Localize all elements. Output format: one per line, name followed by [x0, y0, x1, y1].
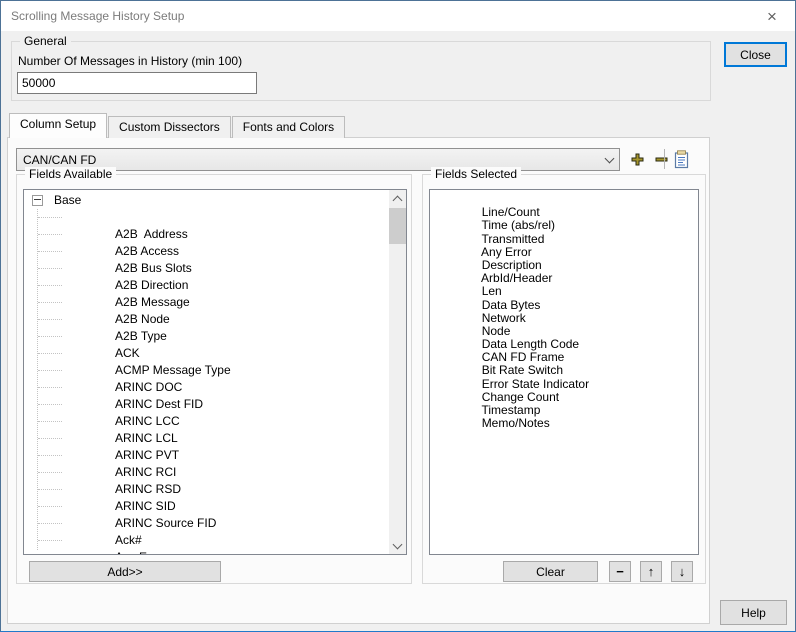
selected-item-label: Timestamp	[481, 403, 540, 417]
tree-item[interactable]: A2B Message	[24, 277, 406, 294]
title-bar: Scrolling Message History Setup ×	[1, 1, 795, 31]
selected-item-label: Data Length Code	[482, 337, 579, 351]
selected-item-label: Description	[482, 258, 542, 272]
tree-item[interactable]: A2B Access	[24, 226, 406, 243]
selected-item-label: Time (abs/rel)	[481, 218, 555, 232]
tab-custom-dissectors[interactable]: Custom Dissectors	[108, 116, 231, 138]
tree-item[interactable]: A2B Type	[24, 311, 406, 328]
tree-item[interactable]: ACMP Message Type	[24, 345, 406, 362]
tree-item[interactable]: A2B Bus Slots	[24, 243, 406, 260]
chevron-down-icon	[599, 158, 619, 162]
tree-root-label: Base	[54, 192, 81, 209]
tree-item[interactable]: A2B Address	[24, 209, 406, 226]
tree-item[interactable]: ACK	[24, 328, 406, 345]
move-field-up-button[interactable]: ↑	[640, 561, 662, 582]
tree-item[interactable]: ARINC LCC	[24, 396, 406, 413]
fields-selected-list[interactable]: Line/Count Time (abs/rel) Transmitted An…	[429, 189, 699, 555]
selected-item-label: Node	[482, 324, 511, 338]
clipboard-icon	[673, 150, 690, 169]
window-close-button[interactable]: ×	[749, 1, 795, 31]
remove-protocol-button[interactable]	[652, 150, 670, 168]
plus-icon	[631, 153, 644, 166]
add-protocol-button[interactable]	[628, 150, 646, 168]
close-button[interactable]: Close	[724, 42, 787, 67]
minus-icon	[655, 153, 668, 166]
tree-item[interactable]: ARINC Source FID	[24, 498, 406, 515]
scroll-down-icon[interactable]	[389, 537, 406, 554]
general-group: General Number Of Messages in History (m…	[11, 41, 711, 101]
tab-column-setup[interactable]: Column Setup	[9, 113, 107, 138]
close-icon: ×	[767, 8, 777, 25]
selected-items: Line/Count Time (abs/rel) Transmitted An…	[430, 190, 698, 554]
messages-count-input[interactable]	[17, 72, 257, 94]
tree-root-node[interactable]: Base	[24, 192, 406, 209]
tree-scrollbar[interactable]	[389, 190, 406, 554]
general-group-legend: General	[20, 34, 71, 48]
selected-item-label: Len	[482, 284, 502, 298]
copy-columns-button[interactable]	[672, 150, 690, 168]
selected-item-label: ArbId/Header	[481, 271, 552, 285]
scrollbar-thumb[interactable]	[389, 208, 406, 244]
help-button[interactable]: Help	[720, 600, 787, 625]
scroll-up-icon[interactable]	[389, 190, 406, 207]
tree-item[interactable]: Ack#	[24, 515, 406, 532]
selected-item-label: Memo/Notes	[482, 416, 550, 430]
selected-item-label: CAN FD Frame	[482, 350, 565, 364]
column-setup-tab-page: CAN/CAN FD Field	[7, 137, 710, 624]
tree-item[interactable]: ARINC RSD	[24, 464, 406, 481]
tree-item[interactable]: ARINC RCI	[24, 447, 406, 464]
tree-item[interactable]: A2B Node	[24, 294, 406, 311]
tree-items: Base A2B Address A2B Access A2B Bus Slo	[24, 190, 406, 554]
tree-item[interactable]: ARINC DOC	[24, 362, 406, 379]
fields-available-tree[interactable]: Base A2B Address A2B Access A2B Bus Slo	[23, 189, 407, 555]
clear-fields-button[interactable]: Clear	[503, 561, 598, 582]
selected-item-label: Transmitted	[481, 232, 544, 246]
tree-item[interactable]: Arb Id/Header	[24, 549, 406, 555]
tree-item[interactable]: ARINC Dest FID	[24, 379, 406, 396]
selected-item-label: Network	[482, 311, 526, 325]
tree-item[interactable]: ARINC PVT	[24, 430, 406, 447]
selected-item-label: Line/Count	[482, 205, 540, 219]
collapse-icon[interactable]	[32, 195, 43, 206]
messages-count-label: Number Of Messages in History (min 100)	[18, 54, 242, 68]
selected-item-label: Change Count	[482, 390, 559, 404]
selected-item-label: Data Bytes	[482, 298, 541, 312]
selected-item-label: Any Error	[481, 245, 532, 259]
fields-available-group: Fields Available Base A2B Address A2B	[16, 174, 412, 584]
selected-item-label: Bit Rate Switch	[482, 363, 563, 377]
tab-strip: Column Setup Custom Dissectors Fonts and…	[9, 116, 346, 138]
window-title: Scrolling Message History Setup	[11, 9, 184, 23]
fields-selected-legend: Fields Selected	[431, 167, 521, 181]
tree-item[interactable]: Any Error	[24, 532, 406, 549]
dialog-scrolling-message-history-setup: Scrolling Message History Setup × Genera…	[0, 0, 796, 632]
move-field-down-button[interactable]: ↓	[671, 561, 693, 582]
tree-item[interactable]: A2B Direction	[24, 260, 406, 277]
remove-field-button[interactable]: −	[609, 561, 631, 582]
selected-item-label: Error State Indicator	[482, 377, 589, 391]
add-fields-button[interactable]: Add>>	[29, 561, 221, 582]
fields-available-legend: Fields Available	[25, 167, 116, 181]
tree-item[interactable]: ARINC LCL	[24, 413, 406, 430]
protocol-selected-value: CAN/CAN FD	[17, 153, 599, 167]
toolbar-separator	[664, 149, 665, 169]
selected-item[interactable]: Line/Count	[435, 193, 698, 206]
tab-fonts-and-colors[interactable]: Fonts and Colors	[232, 116, 345, 138]
tree-item[interactable]: ARINC SID	[24, 481, 406, 498]
fields-selected-group: Fields Selected Line/Count Time (abs/rel…	[422, 174, 706, 584]
